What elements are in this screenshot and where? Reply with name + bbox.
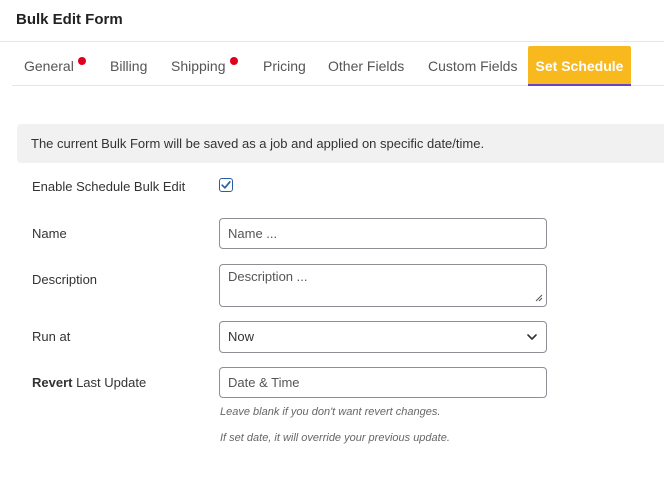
name-label: Name — [32, 226, 67, 241]
name-input[interactable] — [219, 218, 547, 249]
tab-pricing[interactable]: Pricing — [263, 46, 306, 86]
tab-label: Set Schedule — [535, 58, 624, 74]
revert-label-bold: Revert — [32, 375, 73, 390]
tab-label: General — [24, 58, 74, 74]
tab-custom-fields[interactable]: Custom Fields — [428, 46, 517, 86]
revert-hint-override: If set date, it will override your previ… — [220, 432, 450, 444]
page-title: Bulk Edit Form — [16, 11, 123, 28]
unsaved-dot-icon — [229, 57, 238, 65]
tab-set-schedule[interactable]: Set Schedule — [528, 46, 631, 86]
unsaved-dot-icon — [77, 57, 86, 65]
run-at-selected-value: Now — [228, 329, 255, 344]
revert-label-rest: Last Update — [72, 375, 147, 390]
enable-schedule-label: Enable Schedule Bulk Edit — [32, 179, 186, 194]
tab-general[interactable]: General — [24, 46, 86, 86]
chevron-down-icon — [527, 334, 537, 340]
enable-schedule-checkbox[interactable] — [219, 178, 233, 192]
revert-hint-blank: Leave blank if you don't want revert cha… — [220, 406, 441, 418]
form-header: Bulk Edit Form — [0, 0, 664, 42]
run-at-label: Run at — [32, 329, 71, 344]
description-textarea[interactable] — [219, 264, 547, 307]
tab-other-fields[interactable]: Other Fields — [328, 46, 404, 86]
run-at-select[interactable]: Now — [219, 321, 547, 353]
revert-datetime-input[interactable] — [219, 367, 547, 398]
resize-handle-icon[interactable] — [533, 292, 543, 302]
tab-billing[interactable]: Billing — [110, 46, 147, 86]
tab-bar: General Billing Shipping Pricing Other F… — [12, 46, 664, 86]
bulk-edit-form-page: Bulk Edit Form General Billing Shipping … — [0, 0, 664, 489]
tab-label: Custom Fields — [428, 58, 518, 74]
tab-label: Pricing — [263, 58, 306, 74]
tab-label: Other Fields — [328, 58, 405, 74]
tab-shipping[interactable]: Shipping — [171, 46, 238, 86]
tab-label: Shipping — [171, 58, 226, 74]
schedule-notice: The current Bulk Form will be saved as a… — [17, 124, 664, 163]
revert-last-update-label: Revert Last Update — [32, 375, 146, 390]
checkmark-icon — [221, 181, 231, 189]
description-label: Description — [32, 272, 98, 287]
tab-label: Billing — [110, 58, 148, 74]
